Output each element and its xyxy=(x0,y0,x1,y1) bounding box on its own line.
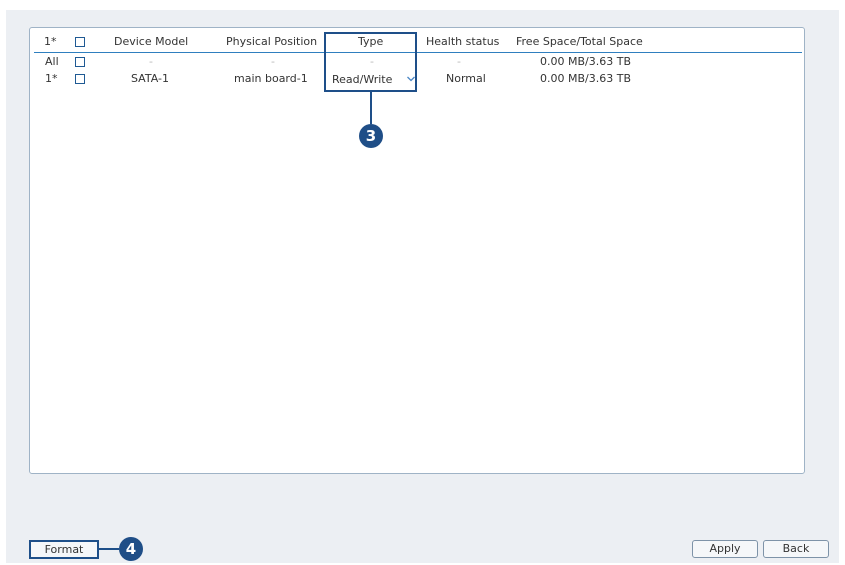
hdd-table: 1* Device Model Physical Position Type H… xyxy=(29,27,805,474)
row-space: 0.00 MB/3.63 TB xyxy=(540,55,631,68)
type-column-highlight xyxy=(324,32,417,92)
col-header-physical-position: Physical Position xyxy=(226,35,318,48)
col-header-index: 1* xyxy=(44,35,57,48)
callout-connector xyxy=(370,92,372,124)
row-1-checkbox[interactable] xyxy=(75,74,85,84)
row-space: 0.00 MB/3.63 TB xyxy=(540,72,631,85)
row-health-status: - xyxy=(457,55,461,68)
callout-marker-4: 4 xyxy=(119,537,143,561)
row-health-status: Normal xyxy=(446,72,486,85)
callout-marker-3: 3 xyxy=(359,124,383,148)
row-device-model: SATA-1 xyxy=(131,72,169,85)
row-index: 1* xyxy=(45,72,58,85)
row-index: All xyxy=(45,55,59,68)
row-device-model: - xyxy=(149,55,153,68)
callout-connector xyxy=(97,548,119,550)
apply-button[interactable]: Apply xyxy=(692,540,758,558)
row-all-checkbox[interactable] xyxy=(75,57,85,67)
col-header-space: Free Space/Total Space xyxy=(516,35,643,48)
header-divider xyxy=(34,52,802,53)
col-header-health-status: Health status xyxy=(426,35,500,48)
format-button[interactable]: Format xyxy=(29,540,99,559)
select-all-header-checkbox[interactable] xyxy=(75,37,85,47)
row-physical-position: - xyxy=(271,55,275,68)
col-header-device-model: Device Model xyxy=(114,35,189,48)
back-button[interactable]: Back xyxy=(763,540,829,558)
row-physical-position: main board-1 xyxy=(234,72,308,85)
